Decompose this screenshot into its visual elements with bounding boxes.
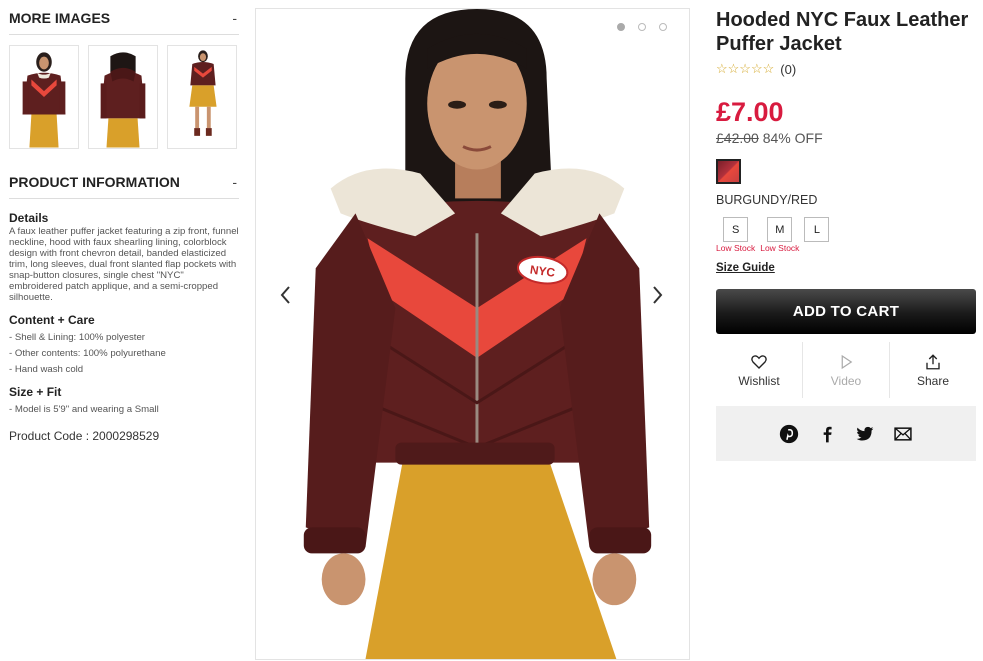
carousel-dot-1[interactable] [617,23,625,31]
stock-label: Low Stock [716,243,756,253]
thumbnail-strip [9,45,239,149]
twitter-icon[interactable] [855,424,875,444]
carousel-dot-2[interactable] [638,23,646,31]
details-heading: Details [9,211,49,225]
size-guide-link[interactable]: Size Guide [716,262,775,274]
pinterest-icon[interactable] [779,424,799,444]
thumbnail-full-body[interactable] [167,45,237,149]
size-fit-heading: Size + Fit [9,385,62,399]
carousel-dot-3[interactable] [659,23,667,31]
sale-price: £7.00 [716,97,784,127]
product-title: Hooded NYC Faux Leather Puffer Jacket [716,9,969,55]
content-care-heading: Content + Care [9,313,95,327]
left-panel: MORE IMAGES - PRODUCT INFORMATION - Deta… [9,10,239,443]
more-images-title: MORE IMAGES [9,10,111,26]
size-option-m: M Low Stock [760,217,799,253]
product-code: Product Code : 2000298529 [9,429,160,443]
rating-row[interactable]: ☆☆☆☆☆ (0) [716,61,976,77]
social-share-bar [716,406,976,461]
more-images-header[interactable]: MORE IMAGES - [9,10,239,35]
chevron-right-icon[interactable] [647,283,667,307]
details-description: A faux leather puffer jacket featuring a… [9,226,239,303]
add-to-cart-button[interactable]: ADD TO CART [716,289,976,334]
carousel-dots [617,23,667,31]
share-button[interactable]: Share [889,342,976,398]
share-icon [926,353,940,369]
content-item: - Shell & Lining: 100% polyester [9,332,145,343]
price-comparison: £42.00 84% OFF [716,130,976,146]
size-button-l[interactable]: L [804,217,830,242]
collapse-icon[interactable]: - [232,10,239,26]
content-item: - Hand wash cold [9,364,84,375]
heart-icon [751,354,767,369]
selected-color-name: BURGUNDY/RED [716,193,818,207]
color-swatch-burgundy-red[interactable] [716,159,741,184]
wishlist-button[interactable]: Wishlist [716,342,802,398]
product-info-title: PRODUCT INFORMATION [9,174,180,190]
size-button-s[interactable]: S [723,217,749,242]
product-info-header[interactable]: PRODUCT INFORMATION - [9,174,239,199]
share-label: Share [916,373,950,388]
main-product-image[interactable]: NYC [255,8,690,660]
original-price: £42.00 [716,130,759,146]
thumbnail-front[interactable] [9,45,79,149]
discount-label: 84% OFF [762,130,823,146]
wishlist-label: Wishlist [738,373,780,388]
size-option-s: S Low Stock [716,217,755,253]
collapse-icon[interactable]: - [232,174,239,190]
product-actions: Wishlist Video Share [716,342,976,398]
chevron-left-icon[interactable] [276,283,296,307]
star-rating-icon: ☆☆☆☆☆ [716,61,775,76]
content-item: - Other contents: 100% polyurethane [9,348,166,359]
video-button[interactable]: Video [802,342,889,398]
stock-label: Low Stock [760,243,800,253]
product-detail-panel: Hooded NYC Faux Leather Puffer Jacket ☆☆… [716,8,976,461]
fit-item: - Model is 5'9" and wearing a Small [9,404,159,415]
video-label: Video [830,373,862,388]
thumbnail-back[interactable] [88,45,158,149]
size-selector: S Low Stock M Low Stock L [716,217,976,253]
rating-count: (0) [780,61,797,77]
email-icon[interactable] [893,424,913,444]
facebook-icon[interactable] [817,424,837,444]
size-option-l: L [804,217,830,253]
product-photo: NYC [303,9,652,659]
size-button-m[interactable]: M [767,217,793,242]
play-icon [841,354,853,369]
